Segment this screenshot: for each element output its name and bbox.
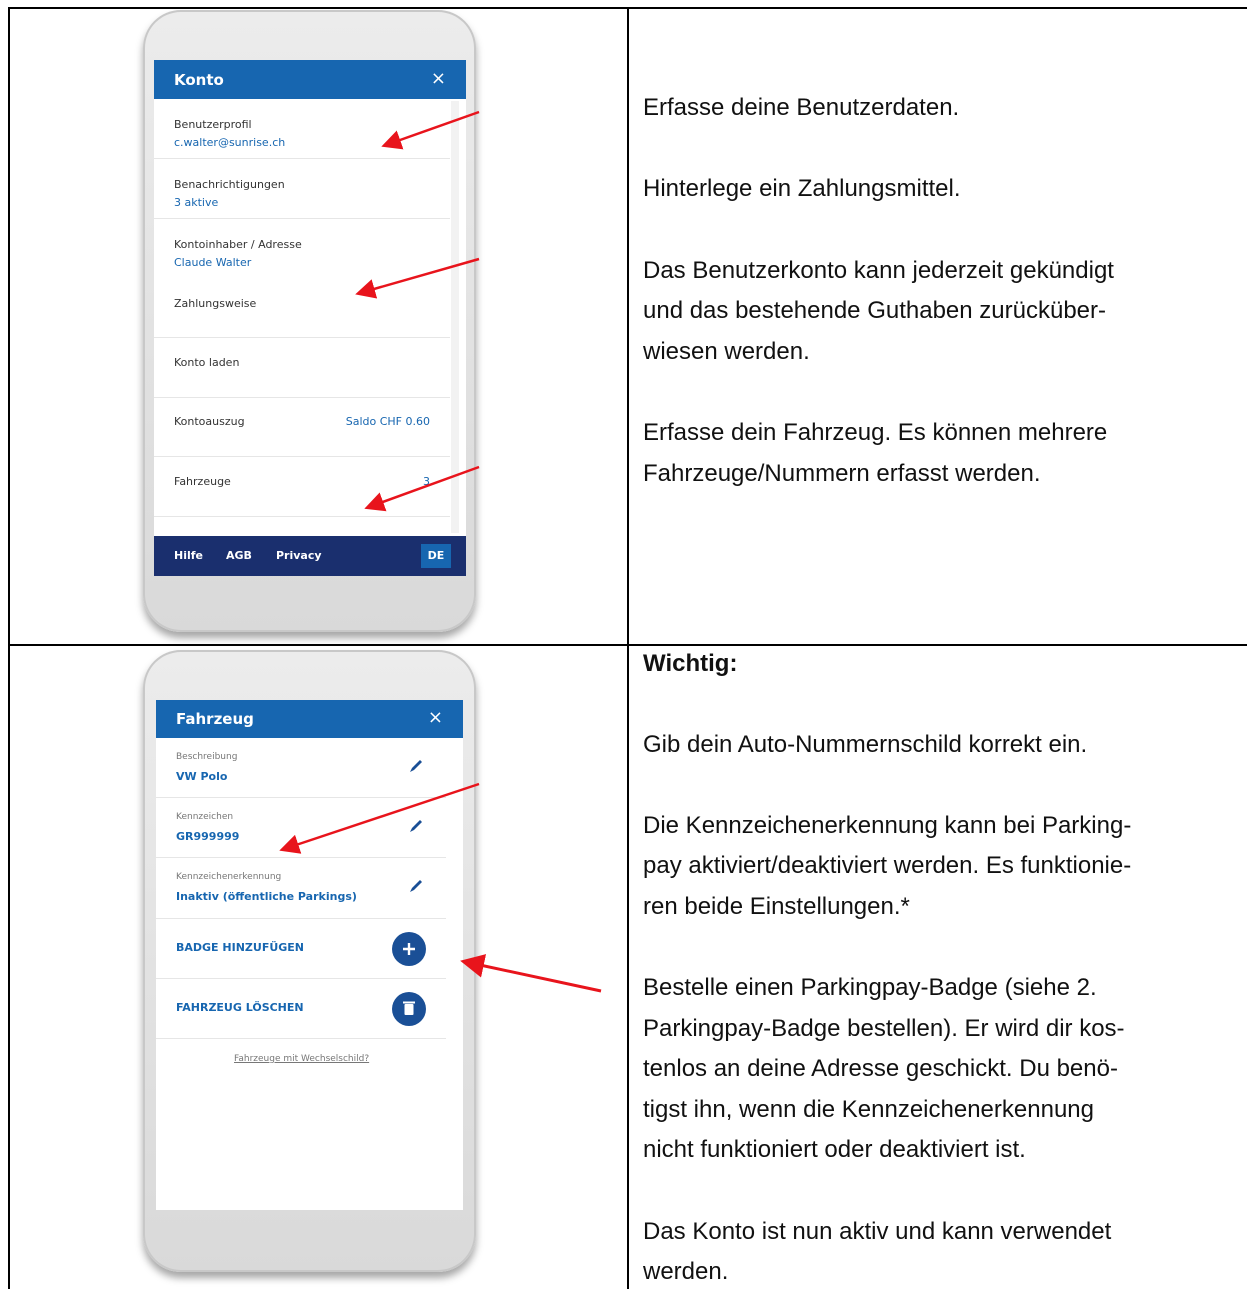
field-value: GR999999 [176, 830, 240, 843]
instruction-cancel-line3: wiesen werden. [643, 338, 810, 365]
instruction-vehicle-line1: Erfasse dein Fahrzeug. Es können mehrere [643, 419, 1108, 446]
edit-icon[interactable] [408, 878, 424, 894]
field-value: Inaktiv (öffentliche Parkings) [176, 890, 357, 903]
add-badge-label: BADGE HINZUFÜGEN [176, 941, 305, 954]
table-border-left [8, 7, 10, 1289]
add-badge-row[interactable]: BADGE HINZUFÜGEN [156, 919, 446, 979]
field-label: Beschreibung [176, 752, 238, 762]
instruction-active-line1: Das Konto ist nun aktiv und kann verwend… [643, 1218, 1112, 1245]
field-kennzeichenerkennung[interactable]: Kennzeichenerkennung Inaktiv (öffentlich… [156, 858, 446, 919]
language-button[interactable]: DE [421, 544, 451, 568]
important-heading: Wichtig: [643, 650, 738, 677]
instruction-badge-line2: Parkingpay-Badge bestellen). Er wird dir… [643, 1015, 1125, 1042]
table-column-divider [627, 7, 629, 1289]
vehicle-count: 3 [423, 475, 430, 488]
edit-icon[interactable] [408, 758, 424, 774]
row-label: Kontoinhaber / Adresse [174, 238, 302, 251]
field-label: Kennzeichenerkennung [176, 872, 282, 882]
row-label: Kontoauszug [174, 415, 245, 428]
konto-screen: Konto × Benutzerprofil c.walter@sunrise.… [154, 60, 466, 576]
phone-mockup-fahrzeug: Fahrzeug × Beschreibung VW Polo Kennzeic… [143, 650, 476, 1272]
phone-mockup-konto: Konto × Benutzerprofil c.walter@sunrise.… [143, 10, 476, 632]
table-row-divider [8, 644, 1247, 646]
agb-link[interactable]: AGB [226, 549, 252, 562]
fahrzeug-header: Fahrzeug × [156, 700, 463, 738]
list-item-fahrzeuge[interactable]: Fahrzeuge 3 [154, 457, 450, 517]
plus-icon [403, 943, 415, 955]
instruction-active-line2: werden. [643, 1258, 729, 1285]
wechselschild-link[interactable]: Fahrzeuge mit Wechselschild? [234, 1054, 369, 1064]
field-beschreibung[interactable]: Beschreibung VW Polo [156, 738, 446, 798]
privacy-link[interactable]: Privacy [276, 549, 322, 562]
list-item-benachrichtigungen[interactable]: Benachrichtigungen 3 aktive [154, 159, 450, 219]
instruction-badge-line1: Bestelle einen Parkingpay-Badge (siehe 2… [643, 974, 1097, 1001]
konto-title: Konto [174, 71, 224, 89]
list-item-kontoinhaber[interactable]: Kontoinhaber / Adresse Claude Walter [154, 219, 450, 279]
row-value: c.walter@sunrise.ch [174, 136, 286, 149]
delete-vehicle-row[interactable]: FAHRZEUG LÖSCHEN [156, 979, 446, 1039]
row-label: Benutzerprofil [174, 118, 252, 131]
trash-icon [403, 1001, 415, 1015]
arrow-badge [460, 954, 602, 993]
row-value: 3 aktive [174, 196, 219, 209]
field-value: VW Polo [176, 770, 228, 783]
delete-vehicle-button[interactable] [392, 992, 426, 1026]
instruction-recognition-line1: Die Kennzeichenerkennung kann bei Parkin… [643, 812, 1132, 839]
row-label: Zahlungsweise [174, 297, 257, 310]
instruction-vehicle-line2: Fahrzeuge/Nummern erfasst werden. [643, 460, 1041, 487]
konto-footer: Hilfe AGB Privacy DE [154, 536, 466, 576]
instruction-badge-line4: tigst ihn, wenn die Kennzeichenerkennung [643, 1096, 1094, 1123]
instruction-payment: Hinterlege ein Zahlungsmittel. [643, 175, 961, 202]
list-item-zahlungsweise[interactable]: Zahlungsweise [154, 279, 450, 338]
row-label: Benachrichtigungen [174, 178, 285, 191]
instruction-recognition-line3: ren beide Einstellungen.* [643, 893, 910, 920]
add-badge-button[interactable] [392, 932, 426, 966]
delete-vehicle-label: FAHRZEUG LÖSCHEN [176, 1001, 304, 1014]
instruction-user-data: Erfasse deine Benutzerdaten. [643, 94, 960, 121]
edit-icon[interactable] [408, 818, 424, 834]
row-label: Fahrzeuge [174, 475, 231, 488]
list-item-benutzerprofil[interactable]: Benutzerprofil c.walter@sunrise.ch [154, 99, 450, 159]
instruction-plate: Gib dein Auto-Nummernschild korrekt ein. [643, 731, 1088, 758]
list-item-konto-laden[interactable]: Konto laden [154, 338, 450, 398]
instruction-badge-line5: nicht funktioniert oder deaktiviert ist. [643, 1136, 1026, 1163]
help-link[interactable]: Hilfe [174, 549, 203, 562]
scrollbar[interactable] [451, 101, 459, 533]
fahrzeug-screen: Fahrzeug × Beschreibung VW Polo Kennzeic… [156, 700, 463, 1210]
field-kennzeichen[interactable]: Kennzeichen GR999999 [156, 798, 446, 858]
row-value: Claude Walter [174, 256, 252, 269]
close-icon[interactable]: × [431, 68, 446, 89]
list-item-kontoauszug[interactable]: Kontoauszug Saldo CHF 0.60 [154, 398, 450, 457]
instruction-cancel-line2: und das bestehende Guthaben zurücküber- [643, 297, 1106, 324]
instruction-cancel-line1: Das Benutzerkonto kann jederzeit gekündi… [643, 257, 1114, 284]
close-icon[interactable]: × [428, 707, 443, 728]
instruction-badge-line3: tenlos an deine Adresse geschickt. Du be… [643, 1055, 1118, 1082]
fahrzeug-title: Fahrzeug [176, 710, 254, 728]
saldo-value: Saldo CHF 0.60 [345, 415, 430, 428]
konto-header: Konto × [154, 60, 466, 99]
row-label: Konto laden [174, 356, 240, 369]
instruction-recognition-line2: pay aktiviert/deaktiviert werden. Es fun… [643, 852, 1132, 879]
field-label: Kennzeichen [176, 812, 234, 822]
